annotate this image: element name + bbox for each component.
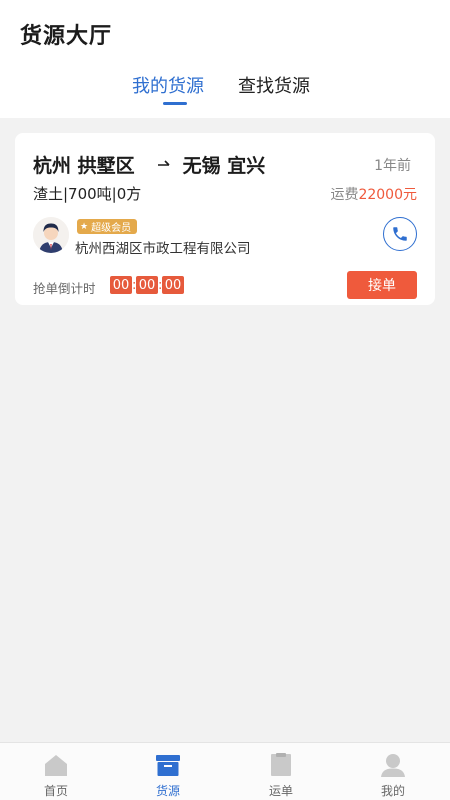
avatar — [33, 217, 69, 253]
tabbar-item-sources[interactable]: 货源 — [112, 743, 224, 800]
tabbar-item-waybill[interactable]: 运单 — [225, 743, 337, 800]
box-icon — [156, 755, 180, 776]
route-arrow-icon — [157, 154, 173, 175]
vip-badge: ★ 超级会员 — [77, 219, 138, 234]
company-name: 杭州西湖区市政工程有限公司 — [75, 241, 251, 257]
source-tabs: 我的货源 查找货源 — [0, 72, 450, 112]
waybill-icon — [271, 753, 291, 776]
profile-icon — [381, 754, 405, 777]
star-icon: ★ — [80, 221, 89, 232]
fee-amount: 22000元 — [358, 187, 417, 203]
tabbar-label: 货源 — [155, 784, 180, 798]
fee-label: 运费 — [330, 187, 359, 203]
route-origin: 杭州 拱墅区 — [33, 155, 135, 177]
vip-label: 超级会员 — [91, 223, 132, 234]
cargo-info: 渣土|700吨|0方 — [33, 185, 142, 203]
phone-icon — [393, 227, 407, 241]
accept-order-button[interactable]: 接单 — [347, 271, 417, 299]
tabbar-item-home[interactable]: 首页 — [0, 743, 112, 800]
countdown-seconds: 00 — [162, 276, 184, 294]
tabbar-label: 运单 — [268, 784, 293, 798]
countdown-label: 抢单倒计时 — [33, 281, 96, 296]
home-icon — [45, 755, 67, 776]
tab-find-sources[interactable]: 查找货源 — [238, 72, 310, 98]
active-tab-indicator — [163, 102, 187, 105]
tabbar-label: 我的 — [380, 784, 405, 798]
bottom-tabbar: 首页 货源 运单 我的 — [0, 742, 450, 800]
countdown-timer: 00 : 00 : 00 — [110, 276, 184, 294]
freight-fee: 运费22000元 — [330, 184, 417, 204]
countdown-hours: 00 — [110, 276, 132, 294]
route: 杭州 拱墅区 无锡 宜兴 — [33, 151, 265, 178]
app-header: 货源大厅 我的货源 查找货源 — [0, 0, 450, 118]
post-time: 1年前 — [374, 158, 411, 174]
phone-button[interactable] — [383, 217, 417, 251]
route-destination: 无锡 宜兴 — [182, 155, 266, 177]
page-title: 货源大厅 — [20, 24, 113, 49]
countdown-minutes: 00 — [136, 276, 158, 294]
tabbar-item-profile[interactable]: 我的 — [337, 743, 449, 800]
tab-my-sources[interactable]: 我的货源 — [132, 72, 204, 98]
cargo-card[interactable]: 杭州 拱墅区 无锡 宜兴 1年前 渣土|700吨|0方 运费22000元 ★ 超… — [15, 133, 435, 305]
tabbar-label: 首页 — [43, 784, 68, 798]
